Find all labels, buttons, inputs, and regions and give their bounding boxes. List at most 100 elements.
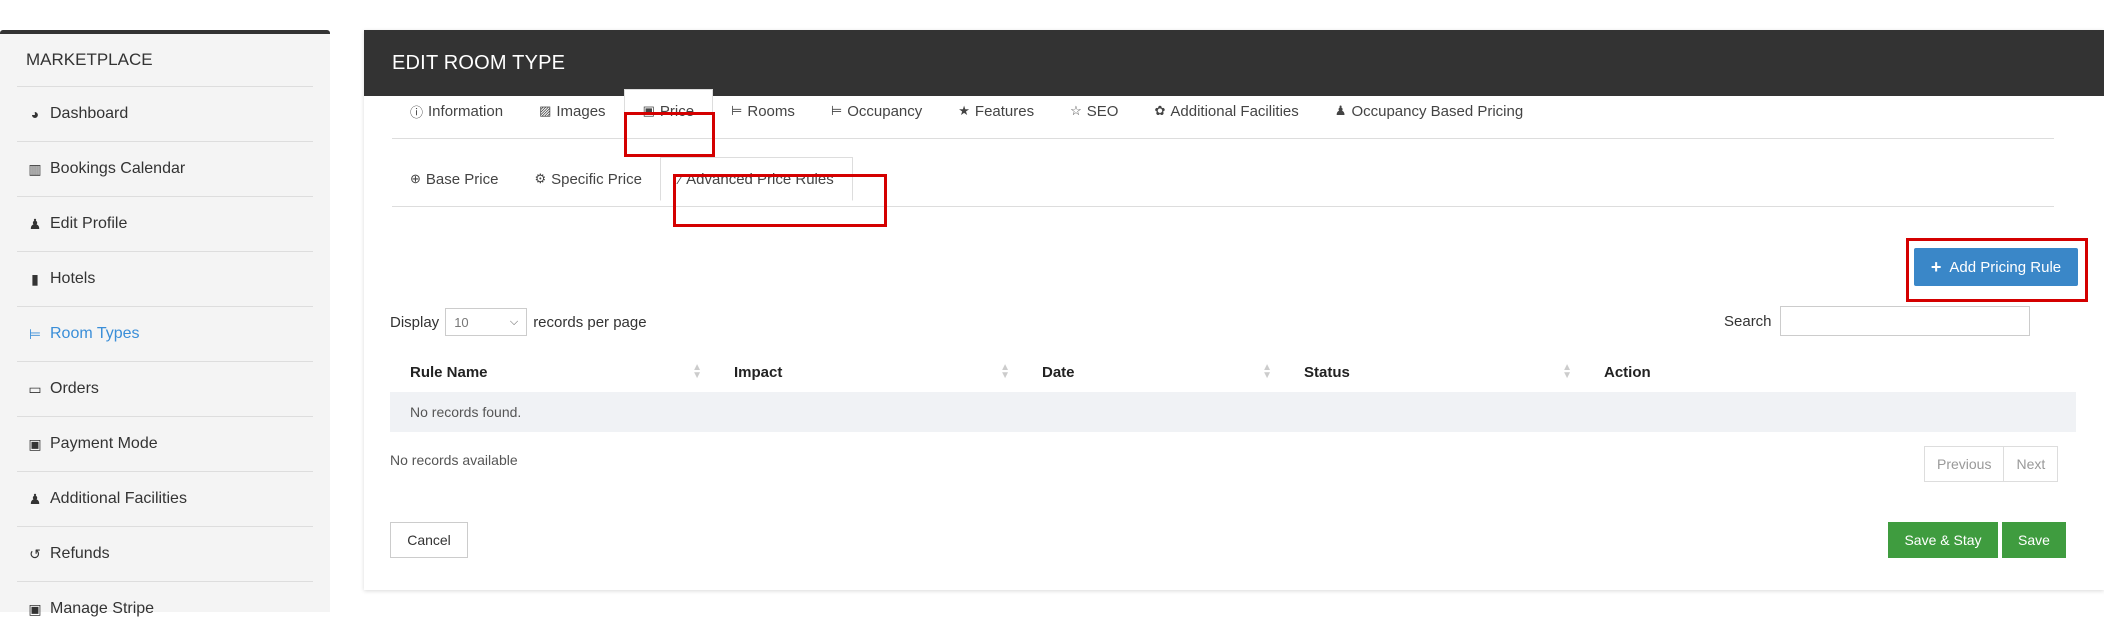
sidebar-item-room-types[interactable]: ⊨ Room Types bbox=[17, 307, 313, 362]
tab-label: Base Price bbox=[425, 170, 499, 188]
tab-base-price[interactable]: ⊕ Base Price bbox=[392, 157, 516, 201]
add-pricing-rule-label: Add Pricing Rule bbox=[1949, 258, 2062, 276]
column-header[interactable]: Action bbox=[1584, 352, 2076, 392]
price-tabs: ⊕ Base Price ⚙ Specific Price ⁄ Advanced Pric… bbox=[392, 152, 2054, 207]
tab-rooms[interactable]: ⊨ Rooms bbox=[713, 89, 813, 133]
table-info: No records available bbox=[390, 452, 518, 468]
tab-icon: ▨ bbox=[539, 103, 552, 118]
sidebar-item-label: Manage Stripe bbox=[50, 600, 155, 617]
tab-icon: ▣ bbox=[642, 103, 655, 118]
search-input[interactable] bbox=[1779, 306, 2030, 336]
sidebar-item-payment-mode[interactable]: ▣ Payment Mode bbox=[17, 417, 313, 472]
tab-label: Images bbox=[556, 102, 606, 120]
column-header-label: Impact bbox=[734, 363, 783, 381]
display-length-control: Display 10 ⌵ records per page bbox=[390, 308, 647, 336]
tab-features[interactable]: ★ Features bbox=[940, 89, 1052, 133]
sidebar-item-bookings-calendar[interactable]: ▥ Bookings Calendar bbox=[17, 142, 313, 197]
tab-label: Occupancy bbox=[847, 102, 923, 120]
money-icon: ▣ bbox=[28, 436, 42, 452]
tab-icon: ⊨ bbox=[731, 103, 743, 118]
sidebar-item-manage-stripe[interactable]: ▣ Manage Stripe bbox=[17, 582, 313, 636]
sidebar-item-label: Refunds bbox=[50, 545, 110, 562]
sidebar-item-hotels[interactable]: ▮ Hotels bbox=[17, 252, 313, 307]
tab-label: SEO bbox=[1086, 102, 1119, 120]
cancel-button[interactable]: Cancel bbox=[390, 522, 468, 558]
previous-button[interactable]: Previous bbox=[1924, 446, 2005, 482]
sort-icon: ▲ ▼ bbox=[692, 362, 702, 381]
sidebar-item-label: Bookings Calendar bbox=[50, 160, 186, 177]
table-row: No records found. bbox=[390, 392, 2076, 432]
tab-images[interactable]: ▨ Images bbox=[521, 89, 624, 133]
tab-label: Occupancy Based Pricing bbox=[1351, 102, 1524, 120]
sidebar: MARKETPLACE ◕ Dashboard ▥ Bookings Calendar… bbox=[0, 30, 330, 617]
search-control: Search bbox=[1724, 306, 2030, 336]
sidebar-item-label: Edit Profile bbox=[50, 215, 128, 232]
column-header[interactable]: Impact ▲ ▼ bbox=[714, 352, 1022, 392]
sort-icon: ▲ ▼ bbox=[1000, 362, 1010, 381]
tab-label: Price bbox=[659, 102, 695, 120]
tab-specific-price[interactable]: ⚙ Specific Price bbox=[516, 157, 660, 201]
sidebar-item-orders[interactable]: ▭ Orders bbox=[17, 362, 313, 417]
sidebar-item-dashboard[interactable]: ◕ Dashboard bbox=[17, 87, 313, 142]
column-header[interactable]: Date ▲ ▼ bbox=[1022, 352, 1284, 392]
tab-information[interactable]: ⓘ Information bbox=[392, 89, 521, 133]
undo-icon: ↺ bbox=[29, 546, 41, 562]
column-header[interactable]: Rule Name ▲ ▼ bbox=[390, 352, 714, 392]
column-header-label: Date bbox=[1042, 363, 1075, 381]
next-button[interactable]: Next bbox=[2004, 446, 2059, 482]
sidebar-item-additional-facilities[interactable]: ♟ Additional Facilities bbox=[17, 472, 313, 527]
sidebar-item-label: Payment Mode bbox=[50, 435, 158, 452]
tab-icon: ♟ bbox=[1334, 103, 1347, 118]
tab-label: Information bbox=[428, 102, 504, 120]
column-header-label: Status bbox=[1304, 363, 1350, 381]
card-icon: ▭ bbox=[28, 381, 42, 397]
dashboard-icon: ◕ bbox=[30, 106, 40, 122]
save-button[interactable]: Save bbox=[2002, 522, 2066, 558]
money-icon: ▣ bbox=[28, 601, 42, 617]
display-label: Display bbox=[390, 313, 440, 331]
pagination: Previous Next bbox=[1924, 446, 2059, 482]
tab-label: Rooms bbox=[747, 102, 795, 120]
sidebar-item-refunds[interactable]: ↺ Refunds bbox=[17, 527, 313, 582]
sidebar-item-label: Orders bbox=[50, 380, 99, 397]
sidebar-item-label: Dashboard bbox=[50, 105, 129, 122]
column-header-label: Action bbox=[1604, 363, 1651, 381]
user-plus-icon: ♟ bbox=[28, 491, 42, 507]
tab-icon: ✿ bbox=[1154, 103, 1166, 118]
table-header-row: Rule Name ▲ ▼ Impact ▲ ▼ Date ▲ ▼ Status ▲ ▼ Action bbox=[390, 352, 2076, 392]
sidebar-title: MARKETPLACE bbox=[17, 34, 313, 87]
sort-icon: ▲ ▼ bbox=[1262, 362, 1272, 381]
tab-icon: ⊨ bbox=[830, 103, 843, 118]
tab-occupancy[interactable]: ⊨ Occupancy bbox=[813, 89, 940, 133]
tab-icon: ⊕ bbox=[410, 171, 421, 186]
tab-icon: ★ bbox=[958, 103, 970, 118]
page-size-select[interactable]: 10 ⌵ bbox=[445, 308, 528, 336]
tab-icon: ⓘ bbox=[410, 104, 424, 120]
sidebar-item-edit-profile[interactable]: ♟ Edit Profile bbox=[17, 197, 313, 252]
sidebar-item-label: Additional Facilities bbox=[50, 490, 187, 507]
tab-label: Specific Price bbox=[551, 170, 642, 188]
tab-price[interactable]: ▣ Price bbox=[623, 89, 714, 133]
tab-occupancy-based-pricing[interactable]: ♟ Occupancy Based Pricing bbox=[1317, 89, 1541, 133]
page-size-value: 10 bbox=[454, 314, 469, 330]
tab-additional-facilities[interactable]: ✿ Additional Facilities bbox=[1136, 89, 1316, 133]
add-pricing-rule-button[interactable]: + Add Pricing Rule bbox=[1914, 248, 2078, 286]
sidebar-item-label: Hotels bbox=[50, 270, 96, 287]
tab-icon: ⚙ bbox=[534, 171, 547, 186]
tab-seo[interactable]: ☆ SEO bbox=[1052, 89, 1136, 133]
sidebar-item-label: Room Types bbox=[50, 325, 140, 342]
records-per-page-label: records per page bbox=[533, 313, 647, 331]
column-header[interactable]: Status ▲ ▼ bbox=[1284, 352, 1584, 392]
user-icon: ♟ bbox=[28, 216, 42, 232]
chevron-down-icon: ⌵ bbox=[509, 315, 519, 328]
main-tabs: ⓘ Information ▨ Images ▣ Price ⊨ Rooms ⊨ Occupanc… bbox=[392, 84, 2054, 139]
building-icon: ▮ bbox=[31, 271, 39, 287]
tab-label: Advanced Price Rules bbox=[686, 170, 834, 188]
save-and-stay-button[interactable]: Save & Stay bbox=[1888, 522, 1998, 558]
tab-advanced-price-rules[interactable]: ⁄ Advanced Price Rules bbox=[659, 157, 853, 201]
sort-icon: ▲ ▼ bbox=[1562, 362, 1572, 381]
pricing-rules-table: Rule Name ▲ ▼ Impact ▲ ▼ Date ▲ ▼ Status ▲ ▼ Action … bbox=[390, 352, 2076, 432]
chart-icon: ▥ bbox=[28, 161, 42, 177]
tab-icon: ☆ bbox=[1070, 103, 1082, 118]
column-header-label: Rule Name bbox=[410, 363, 488, 381]
